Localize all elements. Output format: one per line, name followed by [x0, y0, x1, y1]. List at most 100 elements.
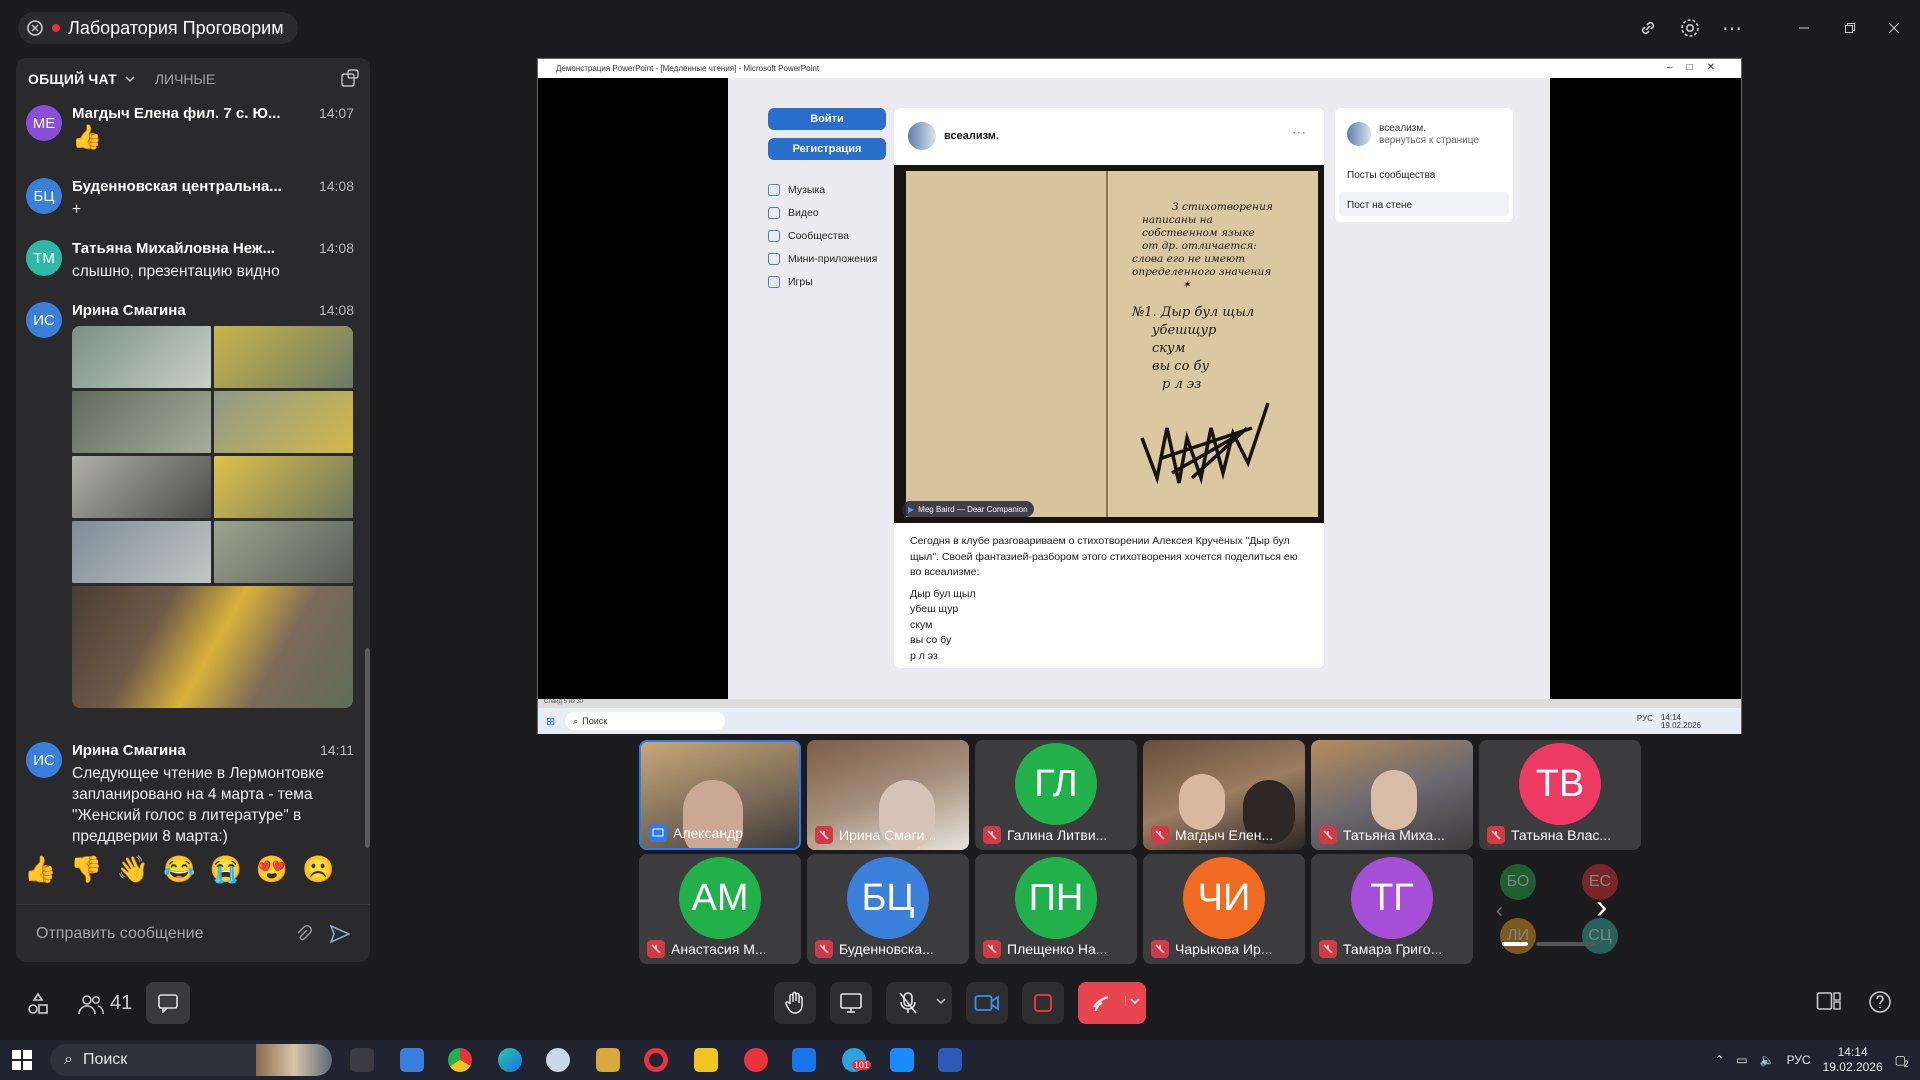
photo[interactable] — [72, 326, 211, 388]
word-icon[interactable] — [938, 1048, 962, 1072]
help-icon[interactable] — [1868, 990, 1892, 1014]
more-participants[interactable]: БО ЕС ЛИ СЦ ‹ › — [1496, 860, 1646, 960]
avatar[interactable]: ИС — [26, 302, 62, 338]
post-menu-icon[interactable]: ⋯ — [1292, 124, 1306, 141]
video-tile[interactable]: Магдыч Елен... — [1143, 740, 1305, 850]
sad-reaction[interactable]: ☹️ — [302, 854, 334, 885]
video-tile[interactable]: ГЛ Галина Литви... — [975, 740, 1137, 850]
shared-screen[interactable]: Демонстрация PowerPoint - [Медленные чте… — [537, 58, 1742, 734]
file-explorer-icon[interactable] — [694, 1048, 718, 1072]
chat-toggle-button[interactable] — [146, 982, 190, 1024]
settings-gear-icon[interactable] — [1676, 14, 1704, 42]
group-name[interactable]: всеализм. — [944, 130, 999, 142]
right-group-name[interactable]: всеализм. — [1379, 123, 1426, 134]
more-icon[interactable]: ⋯ — [1718, 14, 1746, 42]
participants-button[interactable]: 41 — [78, 992, 132, 1015]
thumbs-down-reaction[interactable]: 👎 — [70, 854, 102, 885]
video-tile[interactable]: БЦ Буденновска... — [807, 854, 969, 964]
wall-post-link[interactable]: Пост на стене — [1339, 192, 1509, 216]
photo[interactable] — [72, 521, 211, 583]
microphone-button[interactable] — [886, 982, 952, 1024]
remote-search[interactable]: ⌕ Поиск — [565, 712, 726, 730]
vk-menu-miniapps[interactable]: Мини-приложения — [768, 247, 892, 270]
video-tile[interactable]: ЧИ Чарыкова Ир... — [1143, 854, 1305, 964]
vk-menu-games[interactable]: Игры — [768, 270, 892, 293]
camera-button[interactable] — [966, 982, 1008, 1024]
video-tile[interactable]: Татьяна Миха... — [1311, 740, 1473, 850]
video-tile[interactable]: АМ Анастасия М... — [639, 854, 801, 964]
tab-general-chat[interactable]: ОБЩИЙ ЧАТ — [28, 71, 135, 87]
video-tile[interactable]: ПН Плещенко На... — [975, 854, 1137, 964]
popout-chat-icon[interactable] — [340, 68, 360, 88]
share-screen-button[interactable] — [830, 982, 872, 1024]
photo[interactable] — [72, 586, 353, 708]
video-tile[interactable]: Ирина Смаги... — [807, 740, 969, 850]
avatar[interactable]: ИС — [26, 742, 62, 778]
audio-attachment[interactable]: ▶ Meg Baird — Dear Companion — [902, 501, 1034, 517]
notifications-icon[interactable]: ▢ 2 — [1895, 1053, 1909, 1069]
close-icon[interactable] — [1880, 14, 1908, 42]
group-avatar[interactable] — [908, 122, 936, 150]
yandex-icon[interactable] — [744, 1048, 768, 1072]
leave-call-button[interactable] — [1078, 982, 1146, 1024]
group-avatar-small[interactable] — [1347, 122, 1371, 146]
app-icon-camera[interactable] — [350, 1048, 374, 1072]
vk-register-button[interactable]: Регистрация — [768, 138, 886, 160]
chevron-down-icon[interactable] — [936, 996, 946, 1006]
windows-start-icon[interactable]: ⊞ — [546, 715, 555, 728]
photo[interactable] — [72, 456, 211, 518]
cry-reaction[interactable]: 😭 — [210, 854, 242, 885]
volume-icon[interactable]: 🔈 — [1760, 1053, 1775, 1067]
chrome-icon[interactable] — [448, 1048, 472, 1072]
photo-album[interactable] — [72, 326, 353, 708]
back-to-page-link[interactable]: вернуться к странице — [1379, 135, 1479, 146]
photo[interactable] — [72, 391, 211, 453]
avatar[interactable]: БЦ — [26, 178, 62, 214]
app-icon-tools[interactable] — [596, 1048, 620, 1072]
photo[interactable] — [214, 391, 353, 453]
record-button[interactable] — [1022, 982, 1064, 1024]
send-icon[interactable] — [330, 924, 350, 943]
link-icon[interactable] — [1634, 14, 1662, 42]
avatar[interactable]: МЕ — [26, 105, 62, 141]
chevron-down-icon[interactable] — [1125, 996, 1140, 1006]
opera-icon[interactable] — [644, 1048, 668, 1072]
chevron-left-icon[interactable]: ‹ — [1496, 900, 1510, 922]
restore-icon[interactable] — [1836, 14, 1864, 42]
app-icon-meet[interactable] — [400, 1048, 424, 1072]
edge-icon[interactable] — [498, 1048, 522, 1072]
message-input[interactable]: Отправить сообщение — [36, 925, 296, 943]
photo[interactable] — [214, 521, 353, 583]
minimize-icon[interactable] — [1790, 14, 1818, 42]
raise-hand-button[interactable] — [774, 982, 816, 1024]
room-title-pill[interactable]: Лаборатория Проговорим — [18, 12, 298, 44]
love-reaction[interactable]: 😍 — [256, 854, 288, 885]
outlook-icon[interactable] — [792, 1048, 816, 1072]
apps-icon[interactable] — [26, 992, 50, 1016]
photo[interactable] — [214, 456, 353, 518]
chevron-up-icon[interactable]: ⌃ — [1714, 1053, 1724, 1067]
attach-icon[interactable] — [296, 924, 312, 943]
vk-menu-video[interactable]: Видео — [768, 201, 892, 224]
photo[interactable] — [214, 326, 353, 388]
laugh-reaction[interactable]: 😂 — [163, 854, 195, 885]
taskbar-search[interactable]: ⌕ Поиск — [50, 1044, 332, 1076]
app-icon-clock[interactable] — [546, 1048, 570, 1072]
chevron-right-icon[interactable]: › — [1596, 890, 1607, 924]
vk-menu-communities[interactable]: Сообщества — [768, 224, 892, 247]
telegram-icon[interactable]: 101 — [842, 1048, 872, 1072]
video-tile[interactable]: Александр — [639, 740, 801, 850]
network-icon[interactable]: ▭ — [1736, 1053, 1747, 1067]
community-posts-link[interactable]: Посты сообщества — [1347, 170, 1435, 181]
avatar[interactable]: ТМ — [26, 240, 62, 276]
chat-scrollbar[interactable] — [365, 648, 370, 848]
wave-reaction[interactable]: 👋 — [117, 854, 149, 885]
video-tile[interactable]: ТВ Татьяна Влас... — [1479, 740, 1641, 850]
video-tile[interactable]: ТГ Тамара Григо... — [1311, 854, 1473, 964]
windows-start-icon[interactable] — [12, 1050, 32, 1070]
vk-menu-music[interactable]: Музыка — [768, 178, 892, 201]
tab-private-chat[interactable]: ЛИЧНЫЕ — [155, 71, 215, 87]
clock[interactable]: 14:14 19.02.2026 — [1823, 1045, 1883, 1075]
manuscript-image[interactable]: 3 стихотворения написаны на собственном … — [894, 165, 1324, 523]
thumbs-up-reaction[interactable]: 👍 — [24, 854, 56, 885]
